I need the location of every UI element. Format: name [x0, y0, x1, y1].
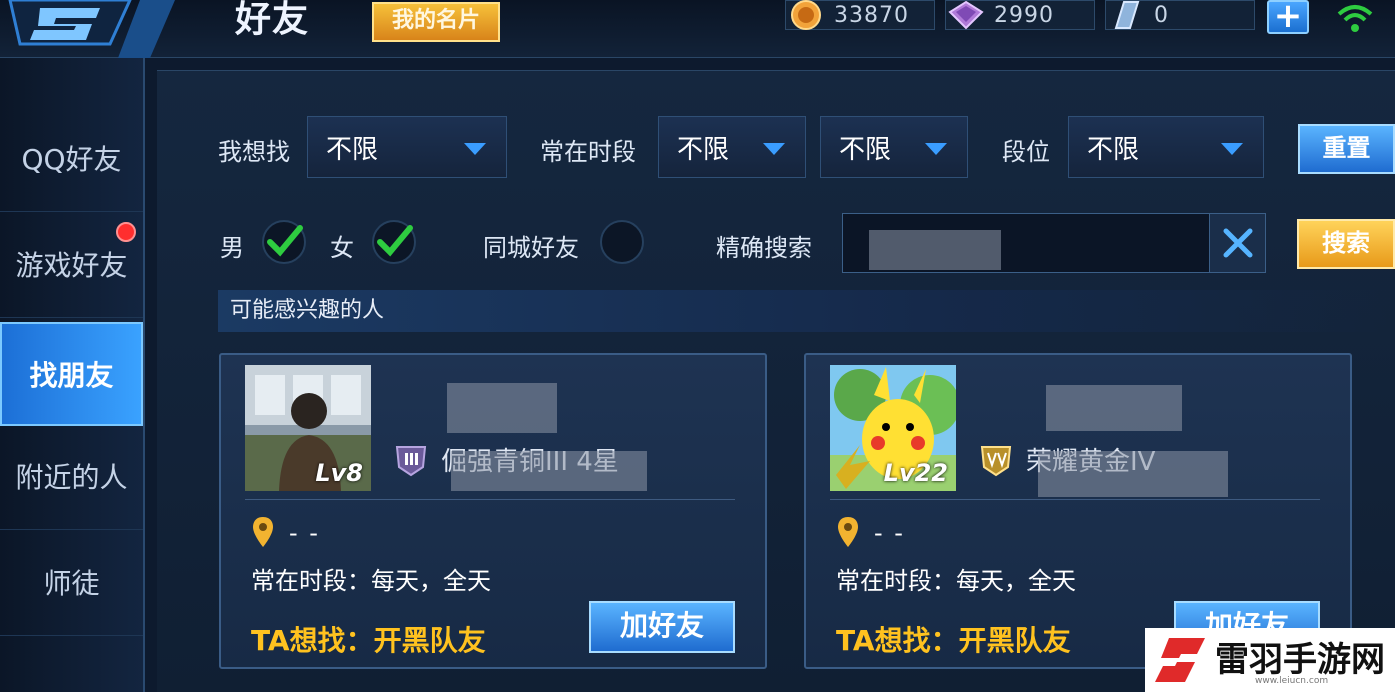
online-time-label: 常在时段: [540, 138, 636, 166]
same-city-label: 同城好友: [483, 234, 579, 262]
coupon-currency: 0: [1105, 0, 1255, 30]
online-time-days-value: 不限: [677, 135, 730, 165]
clear-search-button[interactable]: [1209, 214, 1265, 272]
gold-coin-icon: [791, 0, 821, 30]
exact-search-input[interactable]: [842, 213, 1266, 273]
chevron-down-icon: [1221, 143, 1243, 155]
female-label: 女: [330, 234, 354, 262]
rank-label: 段位: [1002, 138, 1050, 166]
player-location: - -: [289, 519, 320, 547]
add-currency-button[interactable]: +: [1267, 0, 1309, 34]
blurred-text: [869, 230, 1001, 270]
sidebar: QQ好友 游戏好友 找朋友 附近的人 师徒: [0, 58, 145, 692]
wifi-signal-icon: [1337, 5, 1373, 32]
online-time-dropdown-days[interactable]: 不限: [658, 116, 806, 178]
my-card-button[interactable]: 我的名片: [372, 2, 500, 42]
watermark-logo-icon: [1155, 638, 1205, 682]
bronze-rank-icon: [395, 446, 427, 477]
chevron-down-icon: [464, 143, 486, 155]
page-title: 好友: [235, 0, 310, 40]
section-title: 可能感兴趣的人: [218, 290, 1395, 332]
gold-amount: 33870: [834, 2, 909, 28]
reset-button[interactable]: 重置: [1298, 124, 1395, 174]
player-location: - -: [874, 519, 905, 547]
online-time-dropdown-hours[interactable]: 不限: [820, 116, 968, 178]
rank-value: 不限: [1087, 135, 1140, 165]
location-pin-icon: [838, 517, 858, 547]
search-button[interactable]: 搜索: [1297, 219, 1395, 269]
male-label: 男: [220, 234, 244, 262]
player-level: Lv22: [883, 459, 948, 487]
location-pin-icon: [253, 517, 273, 547]
female-checkbox[interactable]: [372, 220, 416, 264]
gold-currency: 33870: [785, 0, 935, 30]
recommended-player-card: Lv8 倔强青铜III 4星 - - 常在时段：每天，全天 TA想找：开黑队友 …: [219, 353, 767, 669]
coupon-icon: [1114, 1, 1140, 29]
player-level: Lv8: [315, 459, 363, 487]
male-checkbox[interactable]: [262, 220, 306, 264]
player-online-time: 常在时段：每天，全天: [251, 567, 491, 595]
divider: [830, 499, 1320, 500]
chevron-down-icon: [763, 143, 785, 155]
avatar[interactable]: Lv22: [830, 365, 956, 491]
gold-rank-icon: [980, 446, 1012, 477]
diamond-icon: [948, 0, 984, 30]
online-time-hours-value: 不限: [839, 135, 892, 165]
coupon-amount: 0: [1154, 2, 1169, 28]
same-city-checkbox[interactable]: [600, 220, 644, 264]
player-wants: TA想找：开黑队友: [251, 624, 486, 657]
top-bar: 好友 我的名片 33870 2990 0 +: [0, 0, 1395, 58]
sidebar-item-find-friends[interactable]: 找朋友: [0, 322, 143, 426]
looking-for-dropdown[interactable]: 不限: [307, 116, 507, 178]
divider: [245, 499, 735, 500]
chevron-down-icon: [925, 143, 947, 155]
player-online-time: 常在时段：每天，全天: [836, 567, 1076, 595]
rank-dropdown[interactable]: 不限: [1068, 116, 1264, 178]
sidebar-item-mentorship[interactable]: 师徒: [0, 532, 143, 636]
close-icon: [1223, 228, 1253, 258]
recommended-player-card: Lv22 荣耀黄金IV - - 常在时段：每天，全天 TA想找：开黑队友 加好友: [804, 353, 1352, 669]
add-friend-button[interactable]: 加好友: [589, 601, 735, 653]
sidebar-item-nearby[interactable]: 附近的人: [0, 426, 143, 530]
game-logo-emblem: [8, 0, 175, 58]
blurred-player-name: [447, 383, 557, 433]
watermark-text: 雷羽手游网: [1215, 640, 1385, 680]
sidebar-item-qq-friends[interactable]: QQ好友: [0, 108, 143, 212]
checkmark-icon: [377, 225, 413, 257]
blurred-player-name: [1046, 385, 1182, 431]
site-watermark: 雷羽手游网 www.leiucn.com: [1145, 628, 1395, 692]
looking-for-value: 不限: [326, 135, 379, 165]
notification-dot: [116, 222, 136, 242]
watermark-url: www.leiucn.com: [1255, 676, 1329, 686]
blurred-rank-text: [451, 451, 647, 491]
diamond-amount: 2990: [994, 2, 1054, 28]
avatar[interactable]: Lv8: [245, 365, 371, 491]
diamond-currency: 2990: [945, 0, 1095, 30]
checkmark-icon: [267, 225, 303, 257]
looking-for-label: 我想找: [218, 138, 290, 166]
blurred-rank-text: [1038, 451, 1228, 497]
exact-search-label: 精确搜索: [716, 234, 812, 262]
player-wants: TA想找：开黑队友: [836, 624, 1071, 657]
